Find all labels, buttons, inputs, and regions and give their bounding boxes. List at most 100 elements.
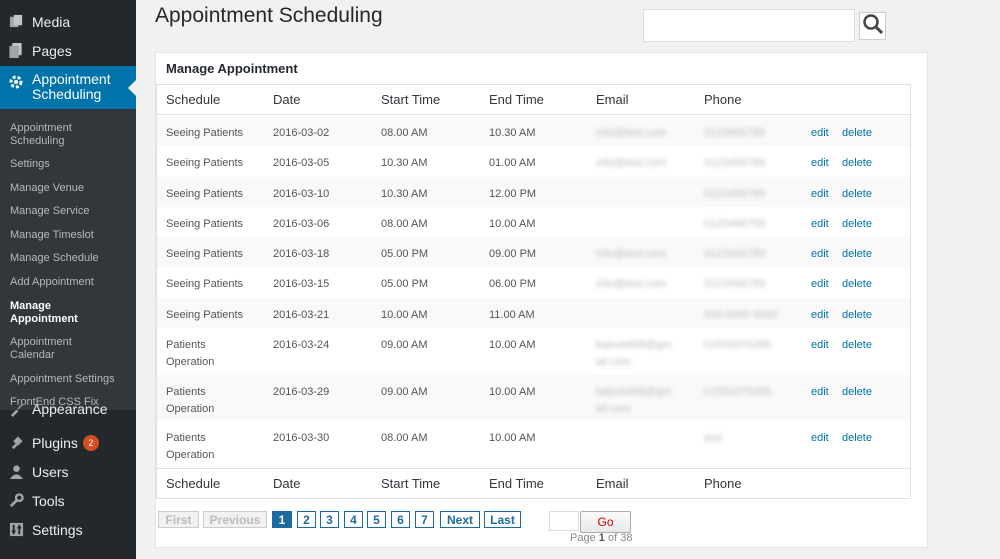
submenu-manage-timeslot[interactable]: Manage Timeslot [10, 229, 128, 242]
edit-link[interactable]: edit [811, 246, 829, 263]
cell-start-time: 08.00 AM [381, 218, 428, 230]
plugins-icon [8, 435, 24, 451]
cell-phone: 0123456789 [704, 278, 766, 290]
edit-link[interactable]: edit [811, 337, 829, 354]
cell-phone: 0123456789 [704, 127, 766, 139]
delete-link[interactable]: delete [842, 155, 872, 172]
cell-phone: asd [704, 432, 722, 444]
cell-end-time: 10.30 AM [489, 127, 536, 139]
column-header-schedule: Schedule [166, 92, 221, 107]
cell-date: 2016-03-15 [273, 278, 330, 290]
cell-end-time: 11.00 AM [489, 309, 535, 321]
cell-end-time: 12.00 PM [489, 188, 537, 200]
menu-item-appearance[interactable]: Appearance [0, 398, 136, 420]
cell-start-time: 09.00 AM [381, 339, 428, 351]
cell-phone: 01553376395 [704, 386, 772, 398]
menu-item-settings[interactable]: Settings [0, 515, 136, 544]
cell-email: babubd08@gm ail.com [596, 386, 672, 415]
table-row: Seeing Patients 2016-03-02 08.00 AM 10.30 A… [157, 116, 910, 146]
table-row: Seeing Patients 2016-03-10 10.30 AM 12.00 P… [157, 177, 910, 207]
cell-schedule: Patients Operation [166, 339, 215, 368]
cell-date: 2016-03-21 [273, 309, 330, 321]
submenu-appointment-calendar[interactable]: Appointment Calendar [10, 336, 100, 362]
page-button-5[interactable]: 5 [367, 511, 386, 528]
cell-start-time: 10.30 AM [381, 157, 428, 169]
submenu-manage-schedule[interactable]: Manage Schedule [10, 252, 128, 265]
delete-link[interactable]: delete [842, 430, 872, 447]
page-button-1[interactable]: 1 [272, 511, 292, 528]
column-footer-start-time: Start Time [381, 476, 441, 491]
cell-date: 2016-03-05 [273, 157, 330, 169]
delete-link[interactable]: delete [842, 307, 872, 324]
menu-item-media[interactable]: Media [0, 7, 136, 36]
gear-icon [8, 74, 24, 90]
edit-link[interactable]: edit [811, 430, 829, 447]
menu-item-appointment-scheduling[interactable]: Appointment Scheduling [0, 66, 136, 109]
delete-link[interactable]: delete [842, 384, 872, 401]
cell-start-time: 09.00 AM [381, 386, 428, 398]
delete-link[interactable]: delete [842, 125, 872, 142]
page-button-6[interactable]: 6 [391, 511, 410, 528]
delete-link[interactable]: delete [842, 246, 872, 263]
admin-sidebar: Media Pages Appointment Scheduling Appoi… [0, 0, 136, 559]
next-page-button[interactable]: Next [440, 511, 480, 528]
cell-phone: 0123456789 [704, 157, 766, 169]
page-button-7[interactable]: 7 [415, 511, 434, 528]
submenu-appointment-scheduling[interactable]: Appointment Scheduling [10, 122, 128, 148]
submenu-add-appointment[interactable]: Add Appointment [10, 276, 128, 289]
edit-link[interactable]: edit [811, 186, 829, 203]
submenu-settings[interactable]: Settings [10, 158, 128, 171]
cell-phone: 0123456789 [704, 248, 766, 260]
previous-page-button[interactable]: Previous [203, 511, 267, 528]
submenu-manage-service[interactable]: Manage Service [10, 205, 128, 218]
last-page-button[interactable]: Last [484, 511, 521, 528]
search-input[interactable] [643, 9, 855, 42]
menu-item-pages[interactable]: Pages [0, 36, 136, 65]
cell-start-time: 08.00 AM [381, 432, 428, 444]
panel-title: Manage Appointment [166, 61, 298, 76]
cell-phone: 0123456789 [704, 218, 766, 230]
menu-item-users[interactable]: Users [0, 457, 136, 486]
cell-schedule: Seeing Patients [166, 157, 244, 169]
cell-start-time: 10.00 AM [381, 309, 428, 321]
cell-date: 2016-03-10 [273, 188, 330, 200]
delete-link[interactable]: delete [842, 337, 872, 354]
first-page-button[interactable]: First [158, 511, 199, 528]
page-button-3[interactable]: 3 [320, 511, 339, 528]
column-header-phone: Phone [704, 92, 742, 107]
edit-link[interactable]: edit [811, 155, 829, 172]
edit-link[interactable]: edit [811, 125, 829, 142]
menu-item-tools[interactable]: Tools [0, 486, 136, 515]
goto-page-input[interactable] [549, 511, 579, 531]
delete-link[interactable]: delete [842, 276, 872, 293]
delete-link[interactable]: delete [842, 216, 872, 233]
edit-link[interactable]: edit [811, 216, 829, 233]
search-button[interactable] [859, 12, 886, 40]
cell-end-time: 01.00 AM [489, 157, 536, 169]
page-info-current: 1 [598, 532, 605, 544]
submenu-manage-venue[interactable]: Manage Venue [10, 182, 128, 195]
go-button[interactable]: Go [580, 511, 631, 533]
cell-email: info@test.com [596, 248, 667, 260]
table-row: Patients Operation 2016-03-30 08.00 AM 10.0… [157, 421, 910, 468]
menu-item-label: Plugins [32, 434, 78, 451]
cell-schedule: Seeing Patients [166, 188, 244, 200]
submenu-manage-appointment[interactable]: Manage Appointment [10, 300, 86, 326]
cell-phone: 000 0000 0000 [704, 309, 778, 321]
cell-end-time: 10.00 AM [489, 218, 536, 230]
edit-link[interactable]: edit [811, 384, 829, 401]
appointments-table: Schedule Date Start Time End Time Email … [156, 84, 911, 499]
delete-link[interactable]: delete [842, 186, 872, 203]
cell-end-time: 09.00 PM [489, 248, 537, 260]
menu-item-plugins[interactable]: Plugins 2 [0, 428, 136, 457]
submenu-appointment-settings[interactable]: Appointment Settings [10, 373, 128, 386]
cell-date: 2016-03-24 [273, 339, 330, 351]
cell-schedule: Patients Operation [166, 432, 215, 461]
page-button-2[interactable]: 2 [297, 511, 316, 528]
column-footer-email: Email [596, 476, 629, 491]
edit-link[interactable]: edit [811, 276, 829, 293]
column-footer-date: Date [273, 476, 301, 491]
page-button-4[interactable]: 4 [344, 511, 363, 528]
cell-start-time: 08.00 AM [381, 127, 428, 139]
edit-link[interactable]: edit [811, 307, 829, 324]
